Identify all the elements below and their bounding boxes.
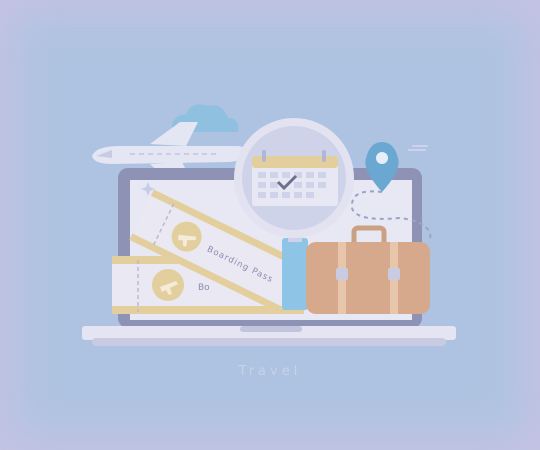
magnifier-handle — [282, 238, 308, 310]
caption: Travel — [238, 364, 302, 379]
calendar-icon — [252, 150, 338, 206]
magnifier-icon — [234, 118, 354, 238]
ticket-back-text: Bo — [198, 283, 210, 293]
illustration-art: Bo Boarding Pass — [82, 104, 456, 346]
travel-illustration: Bo Boarding Pass Travel — [0, 0, 540, 450]
